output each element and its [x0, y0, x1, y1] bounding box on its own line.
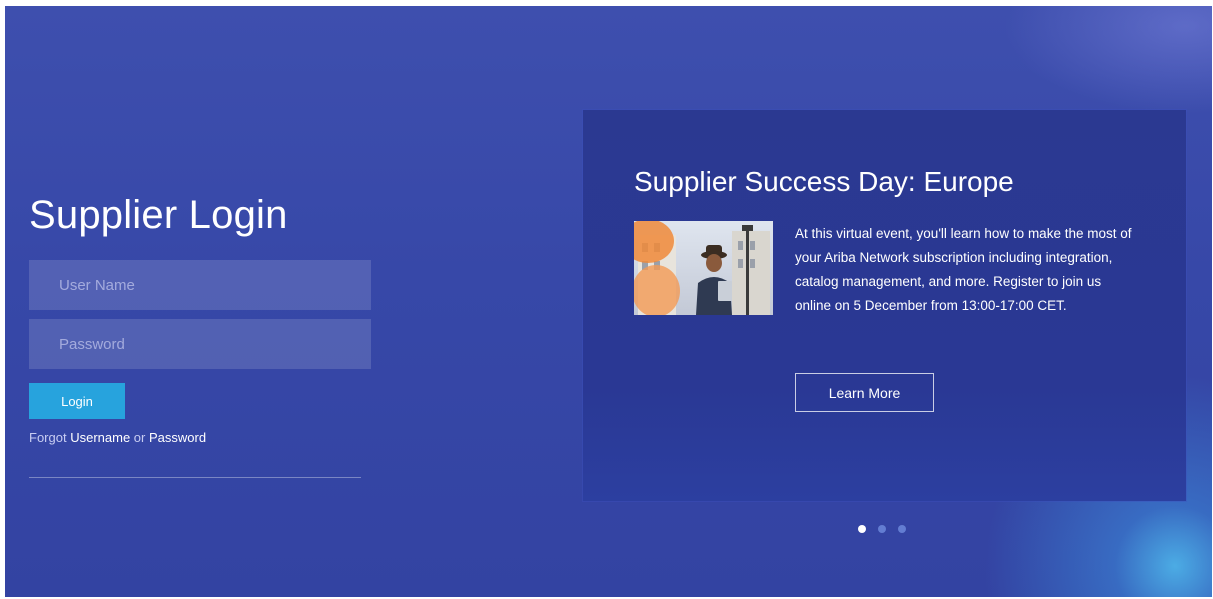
promo-card: Supplier Success Day: Europe At this vir…: [583, 110, 1186, 501]
password-input[interactable]: [29, 319, 371, 369]
forgot-password-link[interactable]: Password: [149, 430, 206, 445]
forgot-or: or: [133, 430, 146, 445]
login-button[interactable]: Login: [29, 383, 125, 419]
username-input[interactable]: [29, 260, 371, 310]
man-with-tablet-photo-icon: [634, 221, 773, 315]
forgot-prefix: Forgot: [29, 430, 67, 445]
carousel-dot-1[interactable]: [858, 525, 866, 533]
promo-title: Supplier Success Day: Europe: [634, 166, 1014, 197]
learn-more-button[interactable]: Learn More: [795, 373, 934, 412]
login-divider: [29, 477, 361, 478]
promo-photo-illustration: [634, 221, 773, 315]
promo-description: At this virtual event, you'll learn how …: [795, 226, 1132, 313]
login-title: Supplier Login: [29, 193, 288, 237]
carousel-dot-3[interactable]: [898, 525, 906, 533]
forgot-username-link[interactable]: Username: [70, 430, 130, 445]
carousel-indicators: [858, 525, 906, 535]
forgot-credentials: Forgot Username or Password: [29, 430, 206, 445]
carousel-dot-2[interactable]: [878, 525, 886, 533]
